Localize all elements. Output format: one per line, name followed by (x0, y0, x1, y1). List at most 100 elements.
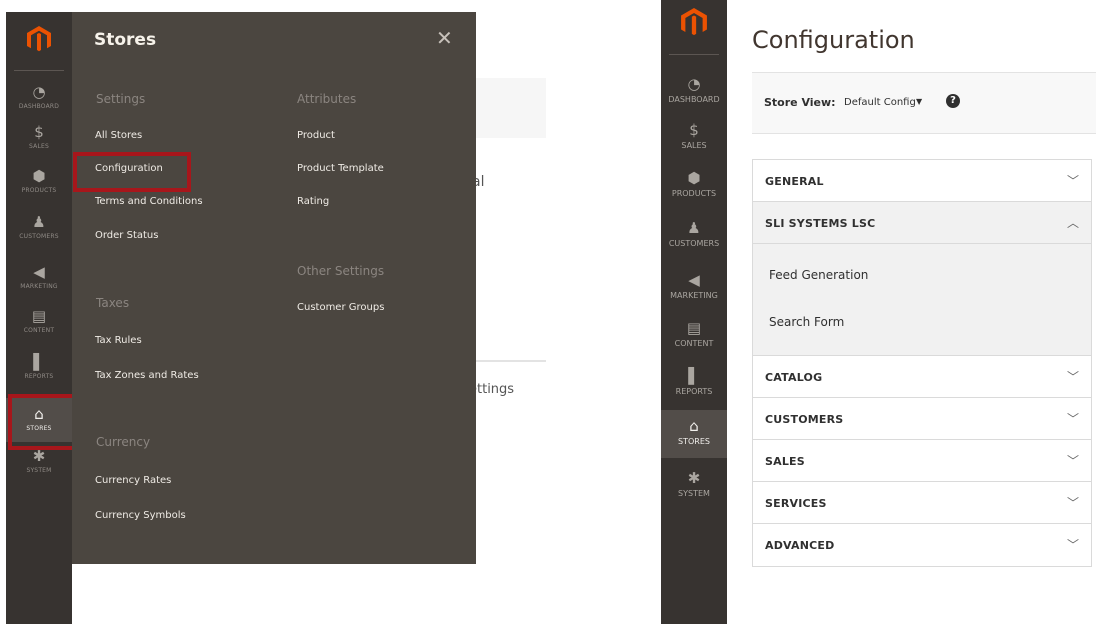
sidebar-item-label: SALES (29, 143, 49, 150)
tab-label: GENERAL (765, 175, 824, 188)
tab-label: ADVANCED (765, 539, 835, 552)
menu-item-customer-groups[interactable]: Customer Groups (297, 302, 384, 313)
megaphone-icon: ◀ (33, 263, 45, 281)
subsection-search-form[interactable]: Search Form (769, 315, 844, 329)
sidebar-item-system[interactable]: ✱ SYSTEM (661, 462, 727, 510)
sidebar-item-marketing[interactable]: ◀ MARKETING (661, 264, 727, 312)
sidebar-item-label: DASHBOARD (668, 95, 720, 104)
sidebar-item-label: CUSTOMERS (19, 233, 59, 240)
menu-item-order-status[interactable]: Order Status (95, 230, 158, 241)
menu-item-terms-and-conditions[interactable]: Terms and Conditions (95, 196, 203, 207)
sidebar-item-dashboard[interactable]: ◔ DASHBOARD (6, 76, 72, 120)
store-view-switcher-bar: Store View: Default Config ▼ ? (752, 72, 1096, 134)
tab-catalog[interactable]: CATALOG ﹀ (753, 356, 1091, 398)
store-view-label: Store View: (764, 96, 836, 109)
bar-chart-icon: ▌ (33, 353, 45, 371)
chevron-down-icon: ﹀ (1066, 496, 1079, 510)
sidebar-item-label: CONTENT (23, 327, 55, 334)
dashboard-icon: ◔ (32, 83, 46, 101)
sidebar-item-content[interactable]: ▤ CONTENT (661, 312, 727, 360)
logo-divider (669, 54, 719, 55)
sidebar-item-reports[interactable]: ▌ REPORTS (661, 360, 727, 408)
tab-customers[interactable]: CUSTOMERS ﹀ (753, 398, 1091, 440)
menu-item-tax-zones-and-rates[interactable]: Tax Zones and Rates (95, 370, 199, 381)
menu-item-currency-rates[interactable]: Currency Rates (95, 475, 171, 486)
attributes-heading: Attributes (297, 92, 357, 106)
settings-heading: Settings (96, 92, 146, 106)
store-view-dropdown[interactable]: Default Config (844, 97, 916, 108)
dollar-icon: $ (34, 123, 44, 141)
menu-item-currency-symbols[interactable]: Currency Symbols (95, 510, 186, 521)
tab-label: SERVICES (765, 497, 827, 510)
sidebar-item-label: CONTENT (674, 339, 714, 348)
sidebar-item-label: SYSTEM (678, 489, 710, 498)
sidebar-item-customers[interactable]: ♟ CUSTOMERS (661, 212, 727, 260)
magento-logo-icon[interactable] (27, 26, 51, 52)
person-icon: ♟ (687, 219, 701, 237)
tab-advanced[interactable]: ADVANCED ﹀ (753, 524, 1091, 566)
box-icon: ⬢ (687, 169, 701, 187)
sidebar-item-label: MARKETING (670, 291, 718, 300)
sidebar-item-stores[interactable]: ⌂ STORES (661, 410, 727, 458)
sidebar-item-label: MARKETING (20, 283, 58, 290)
menu-item-product[interactable]: Product (297, 130, 335, 141)
sidebar-item-label: STORES (678, 437, 710, 446)
menu-item-tax-rules[interactable]: Tax Rules (95, 335, 142, 346)
tab-sli-systems-lsc[interactable]: SLI SYSTEMS LSC ︿ (753, 202, 1091, 244)
chevron-down-icon: ﹀ (1066, 370, 1079, 384)
chevron-down-icon: ﹀ (1066, 412, 1079, 426)
left-page-divider (474, 360, 546, 362)
other-settings-heading: Other Settings (297, 264, 385, 278)
chevron-down-icon: ﹀ (1066, 538, 1079, 552)
sidebar-item-label: PRODUCTS (21, 187, 57, 194)
sidebar-item-content[interactable]: ▤ CONTENT (6, 300, 72, 344)
tab-label: CUSTOMERS (765, 413, 844, 426)
taxes-heading: Taxes (96, 296, 130, 310)
box-icon: ⬢ (32, 167, 46, 185)
page-title: Configuration (752, 26, 915, 54)
tab-label: SLI SYSTEMS LSC (765, 217, 876, 230)
sidebar-item-label: REPORTS (675, 387, 713, 396)
layout-icon: ▤ (686, 319, 702, 337)
sidebar-item-label: CUSTOMERS (668, 239, 720, 248)
close-icon[interactable]: ✕ (436, 26, 453, 50)
configuration-highlight-box (73, 152, 191, 192)
sidebar-item-customers[interactable]: ♟ CUSTOMERS (6, 206, 72, 250)
megaphone-icon: ◀ (688, 271, 700, 289)
sidebar-item-dashboard[interactable]: ◔ DASHBOARD (661, 68, 727, 116)
help-icon[interactable]: ? (946, 94, 960, 108)
sidebar-item-label: SYSTEM (26, 467, 52, 474)
tab-label: CATALOG (765, 371, 823, 384)
config-tabs-list: GENERAL ﹀ SLI SYSTEMS LSC ︿ Feed Generat… (752, 159, 1092, 567)
sidebar-item-products[interactable]: ⬢ PRODUCTS (6, 160, 72, 204)
chevron-down-icon: ﹀ (1066, 174, 1079, 188)
left-page-header-strip (474, 78, 546, 138)
sidebar-item-label: SALES (681, 141, 707, 150)
menu-item-all-stores[interactable]: All Stores (95, 130, 142, 141)
magento-logo-icon[interactable] (681, 8, 707, 36)
sidebar-item-label: REPORTS (24, 373, 54, 380)
sidebar-item-label: DASHBOARD (18, 103, 60, 110)
menu-item-product-template[interactable]: Product Template (297, 163, 384, 174)
sidebar-item-marketing[interactable]: ◀ MARKETING (6, 256, 72, 300)
sidebar-item-reports[interactable]: ▌ REPORTS (6, 346, 72, 390)
layout-icon: ▤ (31, 307, 47, 325)
tab-sales[interactable]: SALES ﹀ (753, 440, 1091, 482)
subsection-feed-generation[interactable]: Feed Generation (769, 268, 868, 282)
dashboard-icon: ◔ (687, 75, 701, 93)
logo-divider (14, 70, 64, 71)
sidebar-item-sales[interactable]: $ SALES (661, 114, 727, 162)
gear-icon: ✱ (687, 469, 701, 487)
tab-general[interactable]: GENERAL ﹀ (753, 160, 1091, 202)
stores-flyout-menu: Stores ✕ Settings All Stores Configurati… (72, 12, 476, 564)
sidebar-item-sales[interactable]: $ SALES (6, 116, 72, 160)
chevron-down-icon[interactable]: ▼ (916, 97, 922, 106)
person-icon: ♟ (32, 213, 46, 231)
tab-services[interactable]: SERVICES ﹀ (753, 482, 1091, 524)
chevron-down-icon: ﹀ (1066, 454, 1079, 468)
menu-item-rating[interactable]: Rating (297, 196, 329, 207)
currency-heading: Currency (96, 435, 151, 449)
flyout-title: Stores (94, 30, 157, 50)
sidebar-item-products[interactable]: ⬢ PRODUCTS (661, 162, 727, 210)
dollar-icon: $ (689, 121, 699, 139)
